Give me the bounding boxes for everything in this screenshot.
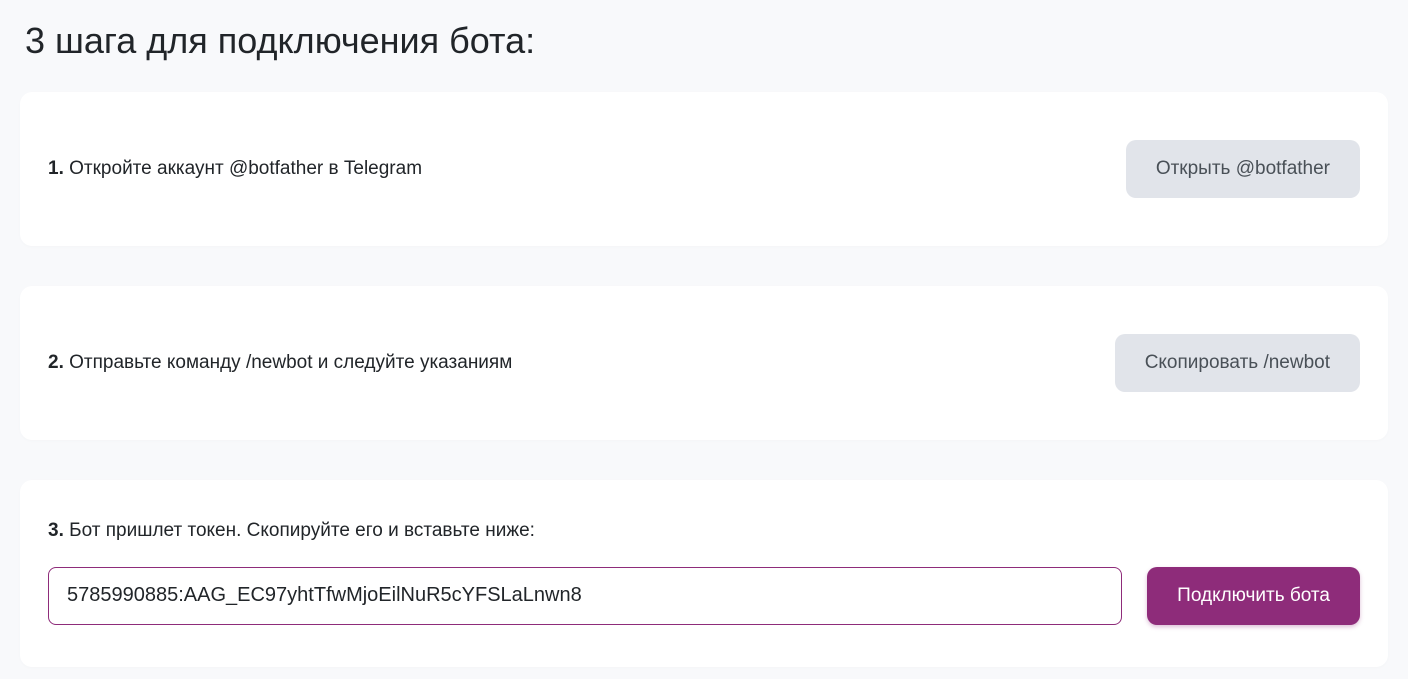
token-input[interactable] <box>48 567 1122 625</box>
step-2-desc: Отправьте команду /newbot и следуйте ука… <box>64 352 512 373</box>
copy-newbot-button[interactable]: Скопировать /newbot <box>1115 334 1360 392</box>
connect-bot-button[interactable]: Подключить бота <box>1147 567 1360 625</box>
step-1-card: 1. Откройте аккаунт @botfather в Telegra… <box>20 92 1388 246</box>
step-3-number: 3. <box>48 520 64 541</box>
step-2-card: 2. Отправьте команду /newbot и следуйте … <box>20 286 1388 440</box>
step-1-text: 1. Откройте аккаунт @botfather в Telegra… <box>48 156 422 183</box>
step-1-desc: Откройте аккаунт @botfather в Telegram <box>64 158 422 179</box>
step-3-text: 3. Бот пришлет токен. Скопируйте его и в… <box>48 518 1360 545</box>
page-title: 3 шага для подключения бота: <box>20 20 1388 62</box>
step-3-card: 3. Бот пришлет токен. Скопируйте его и в… <box>20 480 1388 667</box>
step-3-row: Подключить бота <box>48 567 1360 625</box>
step-2-number: 2. <box>48 352 64 373</box>
step-1-number: 1. <box>48 158 64 179</box>
open-botfather-button[interactable]: Открыть @botfather <box>1126 140 1360 198</box>
step-2-text: 2. Отправьте команду /newbot и следуйте … <box>48 350 512 377</box>
step-3-desc: Бот пришлет токен. Скопируйте его и вста… <box>64 520 535 541</box>
